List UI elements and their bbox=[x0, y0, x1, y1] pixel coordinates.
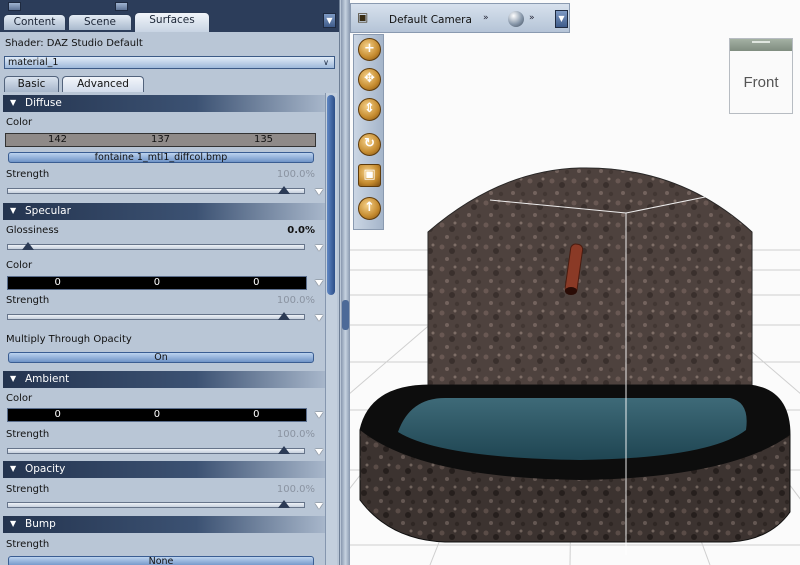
shading-sphere-icon[interactable] bbox=[508, 11, 524, 27]
blue-value: 0 bbox=[253, 277, 260, 288]
diffuse-color-label: Color bbox=[6, 117, 33, 128]
blue-value: 135 bbox=[253, 134, 274, 145]
chevron-down-icon: ∨ bbox=[323, 58, 329, 67]
section-title: Bump bbox=[25, 518, 56, 530]
navigation-toolbar: + ✥ ⇕ ↻ ▣ ↑ bbox=[353, 34, 384, 230]
ambient-color-label: Color bbox=[6, 393, 33, 404]
slider-thumb[interactable] bbox=[22, 242, 34, 250]
chevron-down-icon[interactable] bbox=[315, 412, 323, 418]
section-title: Diffuse bbox=[25, 97, 62, 109]
diffuse-strength-value: 100.0% bbox=[276, 169, 315, 180]
view-cube-label: Front bbox=[743, 74, 779, 91]
panel-splitter[interactable] bbox=[341, 0, 350, 565]
panel-minimize-button[interactable] bbox=[8, 2, 21, 11]
camera-icon[interactable]: ▣ bbox=[357, 10, 373, 24]
dolly-icon[interactable]: ⇕ bbox=[358, 98, 381, 121]
chevron-down-icon[interactable] bbox=[315, 449, 323, 455]
red-value: 0 bbox=[54, 409, 61, 420]
chevron-down-icon[interactable]: » bbox=[483, 13, 489, 23]
collapse-triangle-icon: ▼ bbox=[10, 98, 17, 107]
chevron-down-icon[interactable] bbox=[315, 315, 323, 321]
red-value: 0 bbox=[54, 277, 61, 288]
multiply-opacity-toggle[interactable]: On bbox=[8, 352, 314, 363]
chevron-down-icon[interactable] bbox=[315, 245, 323, 251]
tab-content[interactable]: Content bbox=[3, 14, 66, 30]
material-select-value: material_1 bbox=[8, 57, 59, 68]
slider-thumb[interactable] bbox=[278, 186, 290, 194]
collapse-triangle-icon: ▼ bbox=[10, 374, 17, 383]
section-title: Specular bbox=[25, 205, 71, 217]
material-select[interactable]: material_1 ∨ bbox=[4, 56, 335, 69]
collapse-triangle-icon: ▼ bbox=[10, 464, 17, 473]
specular-strength-value: 100.0% bbox=[276, 295, 315, 306]
multiply-opacity-label: Multiply Through Opacity bbox=[6, 334, 132, 345]
view-cube[interactable]: Front bbox=[729, 38, 793, 114]
ambient-strength-label: Strength bbox=[6, 429, 50, 440]
bump-strength-label: Strength bbox=[6, 539, 50, 550]
green-value: 137 bbox=[150, 134, 171, 145]
section-specular[interactable]: ▼ Specular bbox=[3, 203, 325, 220]
orbit-icon[interactable]: ↻ bbox=[358, 133, 381, 156]
diffuse-strength-slider[interactable] bbox=[7, 186, 305, 194]
scrollbar-thumb[interactable] bbox=[327, 95, 335, 295]
section-ambient[interactable]: ▼ Ambient bbox=[3, 371, 325, 388]
green-value: 0 bbox=[153, 277, 161, 288]
ambient-strength-value: 100.0% bbox=[276, 429, 315, 440]
tabs-menu-button[interactable]: ▼ bbox=[323, 13, 336, 28]
surfaces-panel: Content Scene Surfaces ▼ Shader: DAZ Stu… bbox=[0, 0, 340, 565]
camera-select[interactable]: Default Camera bbox=[389, 14, 472, 26]
slider-thumb[interactable] bbox=[278, 446, 290, 454]
collapse-triangle-icon: ▼ bbox=[10, 519, 17, 528]
ambient-strength-slider[interactable] bbox=[7, 446, 305, 454]
red-value: 142 bbox=[47, 134, 68, 145]
specular-strength-slider[interactable] bbox=[7, 312, 305, 320]
glossiness-slider[interactable] bbox=[7, 242, 305, 250]
specular-strength-label: Strength bbox=[6, 295, 50, 306]
chevron-down-icon[interactable] bbox=[315, 189, 323, 195]
shader-label: Shader: DAZ Studio Default bbox=[5, 38, 143, 49]
specular-color-field[interactable]: 0 0 0 bbox=[7, 276, 307, 290]
bump-map-button[interactable]: None bbox=[8, 556, 314, 565]
collapse-triangle-icon: ▼ bbox=[10, 206, 17, 215]
surface-properties: ▼ Diffuse Color 142 137 135 fontaine 1_m… bbox=[3, 93, 325, 565]
green-value: 0 bbox=[153, 409, 161, 420]
home-icon[interactable]: ↑ bbox=[358, 197, 381, 220]
tab-scene[interactable]: Scene bbox=[68, 14, 132, 30]
viewport-toolbar: ▣ Default Camera » » ▼ bbox=[350, 3, 570, 33]
specular-color-label: Color bbox=[6, 260, 33, 271]
opacity-strength-value: 100.0% bbox=[276, 484, 315, 495]
viewport-menu-button[interactable]: ▼ bbox=[555, 10, 568, 28]
ambient-color-field[interactable]: 0 0 0 bbox=[7, 408, 307, 422]
diffuse-color-field[interactable]: 142 137 135 bbox=[5, 133, 316, 147]
slider-thumb[interactable] bbox=[278, 312, 290, 320]
opacity-strength-slider[interactable] bbox=[7, 500, 305, 508]
section-title: Opacity bbox=[25, 463, 66, 475]
section-bump[interactable]: ▼ Bump bbox=[3, 516, 325, 533]
diffuse-texture-button[interactable]: fontaine 1_mtl1_diffcol.bmp bbox=[8, 152, 314, 163]
chevron-down-icon[interactable]: » bbox=[529, 13, 535, 23]
section-diffuse[interactable]: ▼ Diffuse bbox=[3, 95, 325, 112]
section-opacity[interactable]: ▼ Opacity bbox=[3, 461, 325, 478]
tab-basic[interactable]: Basic bbox=[4, 76, 59, 92]
chevron-down-icon[interactable] bbox=[315, 503, 323, 509]
view-cube-top-face[interactable] bbox=[730, 39, 792, 51]
panel-float-button[interactable] bbox=[115, 2, 128, 11]
tab-surfaces[interactable]: Surfaces bbox=[134, 12, 210, 32]
tab-advanced[interactable]: Advanced bbox=[62, 76, 144, 92]
slider-thumb[interactable] bbox=[278, 500, 290, 508]
frame-icon[interactable]: ▣ bbox=[358, 164, 381, 187]
chevron-down-icon[interactable] bbox=[315, 280, 323, 286]
glossiness-value: 0.0% bbox=[287, 225, 315, 236]
zoom-icon[interactable]: + bbox=[358, 38, 381, 61]
panel-tab-bar: Content Scene Surfaces ▼ bbox=[0, 0, 339, 32]
glossiness-label: Glossiness bbox=[6, 225, 59, 236]
opacity-strength-label: Strength bbox=[6, 484, 50, 495]
section-title: Ambient bbox=[25, 373, 70, 385]
diffuse-strength-label: Strength bbox=[6, 169, 50, 180]
pan-icon[interactable]: ✥ bbox=[358, 68, 381, 91]
blue-value: 0 bbox=[253, 409, 260, 420]
splitter-grip-icon[interactable] bbox=[342, 300, 349, 330]
